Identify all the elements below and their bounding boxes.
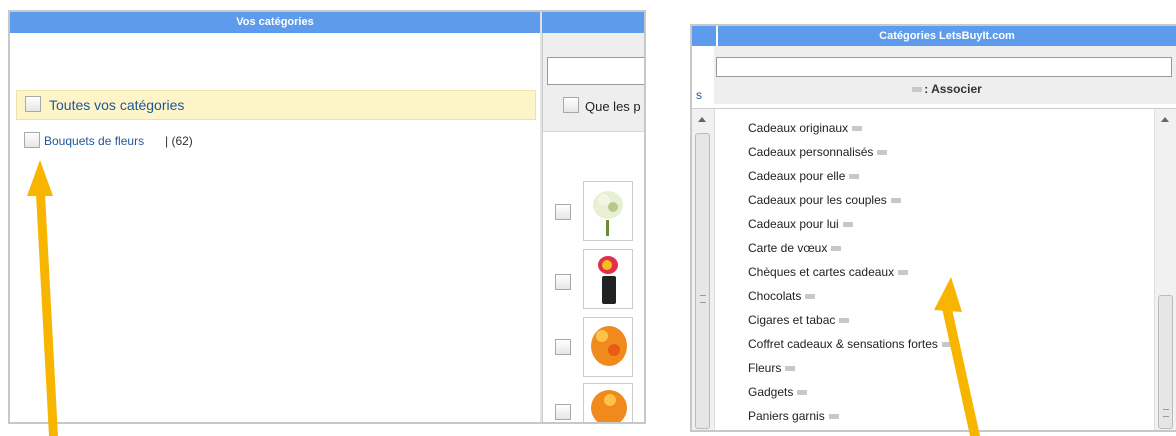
letsbuyit-header: Catégories LetsBuyIt.com	[718, 26, 1176, 46]
category-mapping-panel: Vos catégories Toutes vos catégories Bou…	[8, 10, 646, 424]
associate-icon[interactable]	[941, 342, 952, 348]
product-checkbox[interactable]	[555, 274, 571, 290]
category-item[interactable]: Gadgets	[748, 385, 808, 399]
scroll-up-icon[interactable]	[1161, 117, 1169, 122]
category-item[interactable]: Chèques et cartes cadeaux	[748, 265, 909, 279]
category-item-label[interactable]: Cadeaux pour elle	[748, 169, 845, 183]
category-item[interactable]: Paniers garnis	[748, 409, 839, 423]
product-thumbnail-white-bouquet[interactable]	[583, 181, 633, 241]
category-item-label[interactable]: Paniers garnis	[748, 409, 825, 423]
category-count-value: (62)	[171, 134, 193, 148]
category-link[interactable]: Bouquets de fleurs	[44, 134, 144, 148]
associate-icon[interactable]	[877, 150, 888, 156]
middle-column: Que les p	[542, 33, 644, 422]
filter-checkbox[interactable]	[563, 97, 579, 113]
associate-icon[interactable]	[852, 126, 863, 132]
category-item[interactable]: Cadeaux personnalisés	[748, 145, 888, 159]
category-item-label[interactable]: Chocolats	[748, 289, 801, 303]
associate-icon[interactable]	[831, 246, 842, 252]
category-item[interactable]: Chocolats	[748, 289, 816, 303]
grip-icon	[700, 295, 706, 303]
category-checkbox[interactable]	[24, 132, 40, 148]
category-item-label[interactable]: Carte de vœux	[748, 241, 827, 255]
products-header	[542, 12, 644, 33]
associate-header: : Associer	[714, 82, 1176, 96]
letsbuyit-categories-panel: Catégories LetsBuyIt.com s : Associer Ca…	[690, 24, 1176, 432]
category-item-label[interactable]: Cadeaux originaux	[748, 121, 848, 135]
column-letter: s	[696, 88, 702, 102]
associate-icon[interactable]	[839, 318, 850, 324]
associate-icon[interactable]	[849, 174, 860, 180]
left-scroll-thumb[interactable]	[695, 133, 710, 429]
associate-icon[interactable]	[828, 414, 839, 420]
product-thumbnail-orange-bouquet[interactable]	[583, 383, 633, 422]
product-checkbox[interactable]	[555, 404, 571, 420]
product-checkbox[interactable]	[555, 339, 571, 355]
left-scrollbar[interactable]	[692, 109, 715, 430]
associate-icon[interactable]	[842, 222, 853, 228]
category-count: | (62)	[165, 134, 193, 148]
product-search-input[interactable]	[547, 57, 644, 85]
filter-label: Que les p	[585, 99, 641, 114]
category-item[interactable]: Cadeaux pour lui	[748, 217, 853, 231]
header-left-gap	[692, 26, 716, 46]
category-item-label[interactable]: Fleurs	[748, 361, 781, 375]
category-item[interactable]: Cadeaux originaux	[748, 121, 863, 135]
category-item-label[interactable]: Gadgets	[748, 385, 793, 399]
all-categories-label[interactable]: Toutes vos catégories	[49, 97, 184, 113]
product-thumbnail-orange-bouquet[interactable]	[583, 317, 633, 377]
category-item[interactable]: Cigares et tabac	[748, 313, 850, 327]
category-item-label[interactable]: Cadeaux pour les couples	[748, 193, 887, 207]
associate-icon[interactable]	[797, 390, 808, 396]
category-item-label[interactable]: Cadeaux personnalisés	[748, 145, 873, 159]
associate-icon[interactable]	[898, 270, 909, 276]
all-categories-row[interactable]: Toutes vos catégories	[16, 90, 536, 120]
category-item[interactable]: Carte de vœux	[748, 241, 842, 255]
category-item[interactable]: Cadeaux pour elle	[748, 169, 860, 183]
product-checkbox[interactable]	[555, 204, 571, 220]
category-item-label[interactable]: Coffret cadeaux & sensations fortes	[748, 337, 938, 351]
grip-icon	[1163, 409, 1169, 417]
category-item[interactable]: Fleurs	[748, 361, 796, 375]
category-item-label[interactable]: Cigares et tabac	[748, 313, 835, 327]
associate-icon[interactable]	[785, 366, 796, 372]
category-item[interactable]: Coffret cadeaux & sensations fortes	[748, 337, 952, 351]
scroll-up-icon[interactable]	[698, 117, 706, 122]
associate-icon[interactable]	[805, 294, 816, 300]
associate-icon[interactable]	[890, 198, 901, 204]
right-scrollbar[interactable]	[1154, 109, 1176, 430]
category-item-label[interactable]: Chèques et cartes cadeaux	[748, 265, 894, 279]
product-thumbnail-red-bouquet[interactable]	[583, 249, 633, 309]
all-categories-checkbox[interactable]	[25, 96, 41, 112]
category-item[interactable]: Cadeaux pour les couples	[748, 193, 901, 207]
category-search-input[interactable]	[716, 57, 1172, 77]
associate-icon	[912, 87, 923, 93]
category-list[interactable]: Cadeaux originaux Cadeaux personnalisés …	[692, 108, 1176, 430]
your-categories-header: Vos catégories	[10, 12, 540, 33]
associate-label[interactable]: : Associer	[924, 82, 982, 96]
category-item-label[interactable]: Cadeaux pour lui	[748, 217, 839, 231]
